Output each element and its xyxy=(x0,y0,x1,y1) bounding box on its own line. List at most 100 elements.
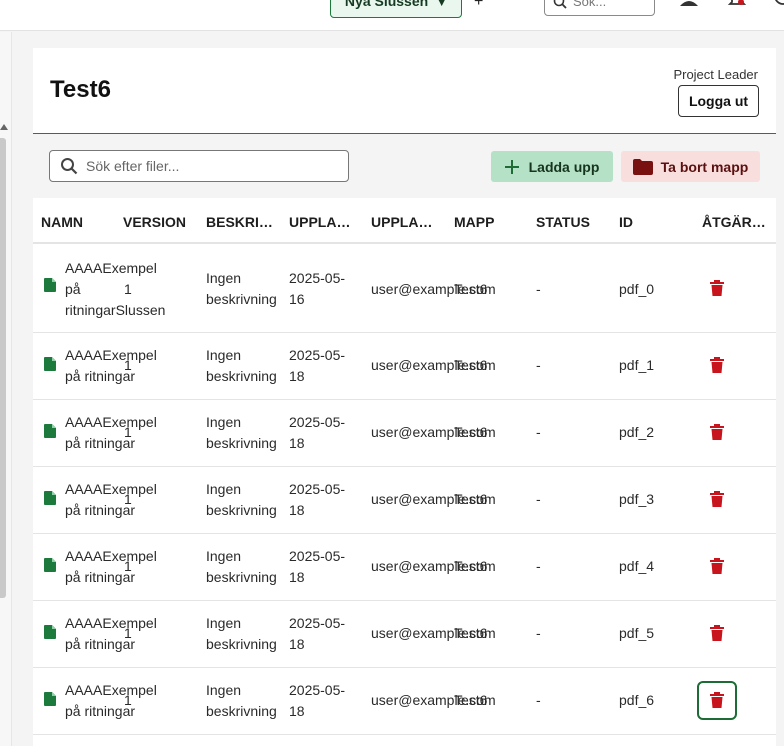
status-cell: - xyxy=(536,558,541,574)
upload-button[interactable]: Ladda upp xyxy=(491,151,613,182)
description-cell: Ingen xyxy=(206,414,242,430)
file-name-line[interactable]: AAAAExempel xyxy=(65,546,157,567)
id-cell: pdf_6 xyxy=(619,692,655,708)
trash-icon[interactable] xyxy=(710,558,724,574)
project-selector-label: Nya Slussen xyxy=(344,0,429,9)
table-row[interactable]: AAAAExempel på ritningar 1 Ingen beskriv… xyxy=(33,400,776,467)
upload-date-cell: 18 xyxy=(289,502,305,518)
description-cell: Ingen xyxy=(206,548,242,564)
id-cell: pdf_5 xyxy=(619,625,655,641)
delete-folder-button[interactable]: Ta bort mapp xyxy=(621,151,760,182)
upload-date-cell: 16 xyxy=(289,291,305,307)
column-header-version[interactable]: VERSION xyxy=(123,214,186,230)
file-icon xyxy=(44,625,56,639)
folder-card: Test6 Project Leader Logga ut Ladda upp … xyxy=(33,48,776,746)
column-header-id[interactable]: ID xyxy=(619,214,633,230)
trash-icon[interactable] xyxy=(710,625,724,641)
upload-date-cell: 2025-05- xyxy=(289,270,346,286)
file-icon xyxy=(44,491,56,505)
chevron-down-icon: ▼ xyxy=(436,0,448,9)
status-cell: - xyxy=(536,625,541,641)
column-header-status[interactable]: STATUS xyxy=(536,214,590,230)
table-row[interactable]: AAAAExempel på ritningar 1 Ingen beskriv… xyxy=(33,668,776,735)
upload-date-cell: 2025-05- xyxy=(289,615,346,631)
folder-cell: Test6 xyxy=(454,692,488,708)
trash-icon[interactable] xyxy=(710,424,724,440)
trash-icon[interactable] xyxy=(710,491,724,507)
id-cell: pdf_3 xyxy=(619,491,655,507)
folder-cell: Test6 xyxy=(454,281,488,297)
trash-icon[interactable] xyxy=(710,692,724,708)
table-row[interactable]: AAAAExempel på ritningar 1 Ingen beskriv… xyxy=(33,534,776,601)
description-cell: Ingen xyxy=(206,615,242,631)
column-header-actions[interactable]: ÅTGÄR… xyxy=(702,214,766,230)
column-header-folder[interactable]: MAPP xyxy=(454,214,494,230)
file-icon xyxy=(44,357,56,371)
id-cell: pdf_4 xyxy=(619,558,655,574)
column-header-upload-date[interactable]: UPPLA… xyxy=(289,214,350,230)
file-icon xyxy=(44,278,56,292)
column-header-description[interactable]: BESKRI… xyxy=(206,214,273,230)
global-search-input[interactable]: Sök... xyxy=(544,0,655,16)
description-cell: beskrivning xyxy=(206,368,277,384)
column-header-uploader[interactable]: UPPLA… xyxy=(371,214,432,230)
upload-date-cell: 18 xyxy=(289,569,305,585)
file-name-line[interactable]: AAAAExempel xyxy=(65,258,157,279)
version-cell: 1 xyxy=(124,357,132,373)
add-project-button[interactable]: + xyxy=(474,0,483,11)
version-cell: 1 xyxy=(124,558,132,574)
description-cell: Ingen xyxy=(206,481,242,497)
file-name-line[interactable]: AAAAExempel xyxy=(65,680,157,701)
folder-icon xyxy=(632,158,653,175)
description-cell: Ingen xyxy=(206,682,242,698)
upload-date-cell: 18 xyxy=(289,636,305,652)
top-bar: Nya Slussen ▼ + Sök... xyxy=(0,0,784,31)
trash-icon[interactable] xyxy=(710,357,724,373)
help-icon[interactable] xyxy=(772,0,784,12)
description-cell: beskrivning xyxy=(206,703,277,719)
file-toolbar: Ladda upp Ta bort mapp xyxy=(33,134,776,198)
upload-date-cell: 2025-05- xyxy=(289,548,346,564)
file-name-line[interactable]: AAAAExempel xyxy=(65,479,157,500)
id-cell: pdf_1 xyxy=(619,357,655,373)
project-selector-button[interactable]: Nya Slussen ▼ xyxy=(330,0,462,18)
version-cell: 1 xyxy=(124,424,132,440)
file-name-line[interactable]: ritningarSlussen xyxy=(65,300,165,321)
description-cell: Ingen xyxy=(206,270,242,286)
folder-cell: Test6 xyxy=(454,491,488,507)
status-cell: - xyxy=(536,281,541,297)
file-search-field[interactable] xyxy=(49,150,349,182)
table-row[interactable]: AAAAExempel på ritningarSlussen 1 Ingen … xyxy=(33,245,776,333)
upload-date-cell: 18 xyxy=(289,435,305,451)
user-icon[interactable] xyxy=(678,0,700,12)
version-cell: 1 xyxy=(124,281,132,297)
user-role-label: Project Leader xyxy=(673,67,758,82)
scroll-up-arrow-icon[interactable] xyxy=(0,124,8,130)
upload-button-label: Ladda upp xyxy=(528,158,600,175)
upload-date-cell: 2025-05- xyxy=(289,481,346,497)
id-cell: pdf_2 xyxy=(619,424,655,440)
table-row[interactable]: AAAAExempel på ritningar 1 Ingen beskriv… xyxy=(33,333,776,400)
table-row[interactable]: AAAAExempel på ritningar 1 Ingen beskriv… xyxy=(33,601,776,668)
file-name-line[interactable]: AAAAExempel xyxy=(65,345,157,366)
global-search-placeholder: Sök... xyxy=(573,0,607,9)
trash-icon[interactable] xyxy=(710,280,724,296)
sidebar-scrollbar[interactable] xyxy=(0,138,6,598)
status-cell: - xyxy=(536,491,541,507)
file-search-input[interactable] xyxy=(86,158,326,174)
folder-cell: Test6 xyxy=(454,558,488,574)
logout-button[interactable]: Logga ut xyxy=(678,85,759,117)
version-cell: 1 xyxy=(124,491,132,507)
sidebar-strip xyxy=(0,32,12,746)
column-header-name[interactable]: NAMN xyxy=(41,214,83,230)
table-row[interactable]: AAAAExempel på ritningar 1 Ingen beskriv… xyxy=(33,467,776,534)
file-name-line[interactable]: på xyxy=(65,279,81,300)
id-cell: pdf_0 xyxy=(619,281,655,297)
delete-folder-label: Ta bort mapp xyxy=(660,158,749,175)
file-name-line[interactable]: AAAAExempel xyxy=(65,412,157,433)
bell-icon[interactable] xyxy=(726,0,748,12)
file-name-line[interactable]: AAAAExempel xyxy=(65,613,157,634)
description-cell: beskrivning xyxy=(206,502,277,518)
plus-icon xyxy=(504,159,519,174)
description-cell: Ingen xyxy=(206,347,242,363)
